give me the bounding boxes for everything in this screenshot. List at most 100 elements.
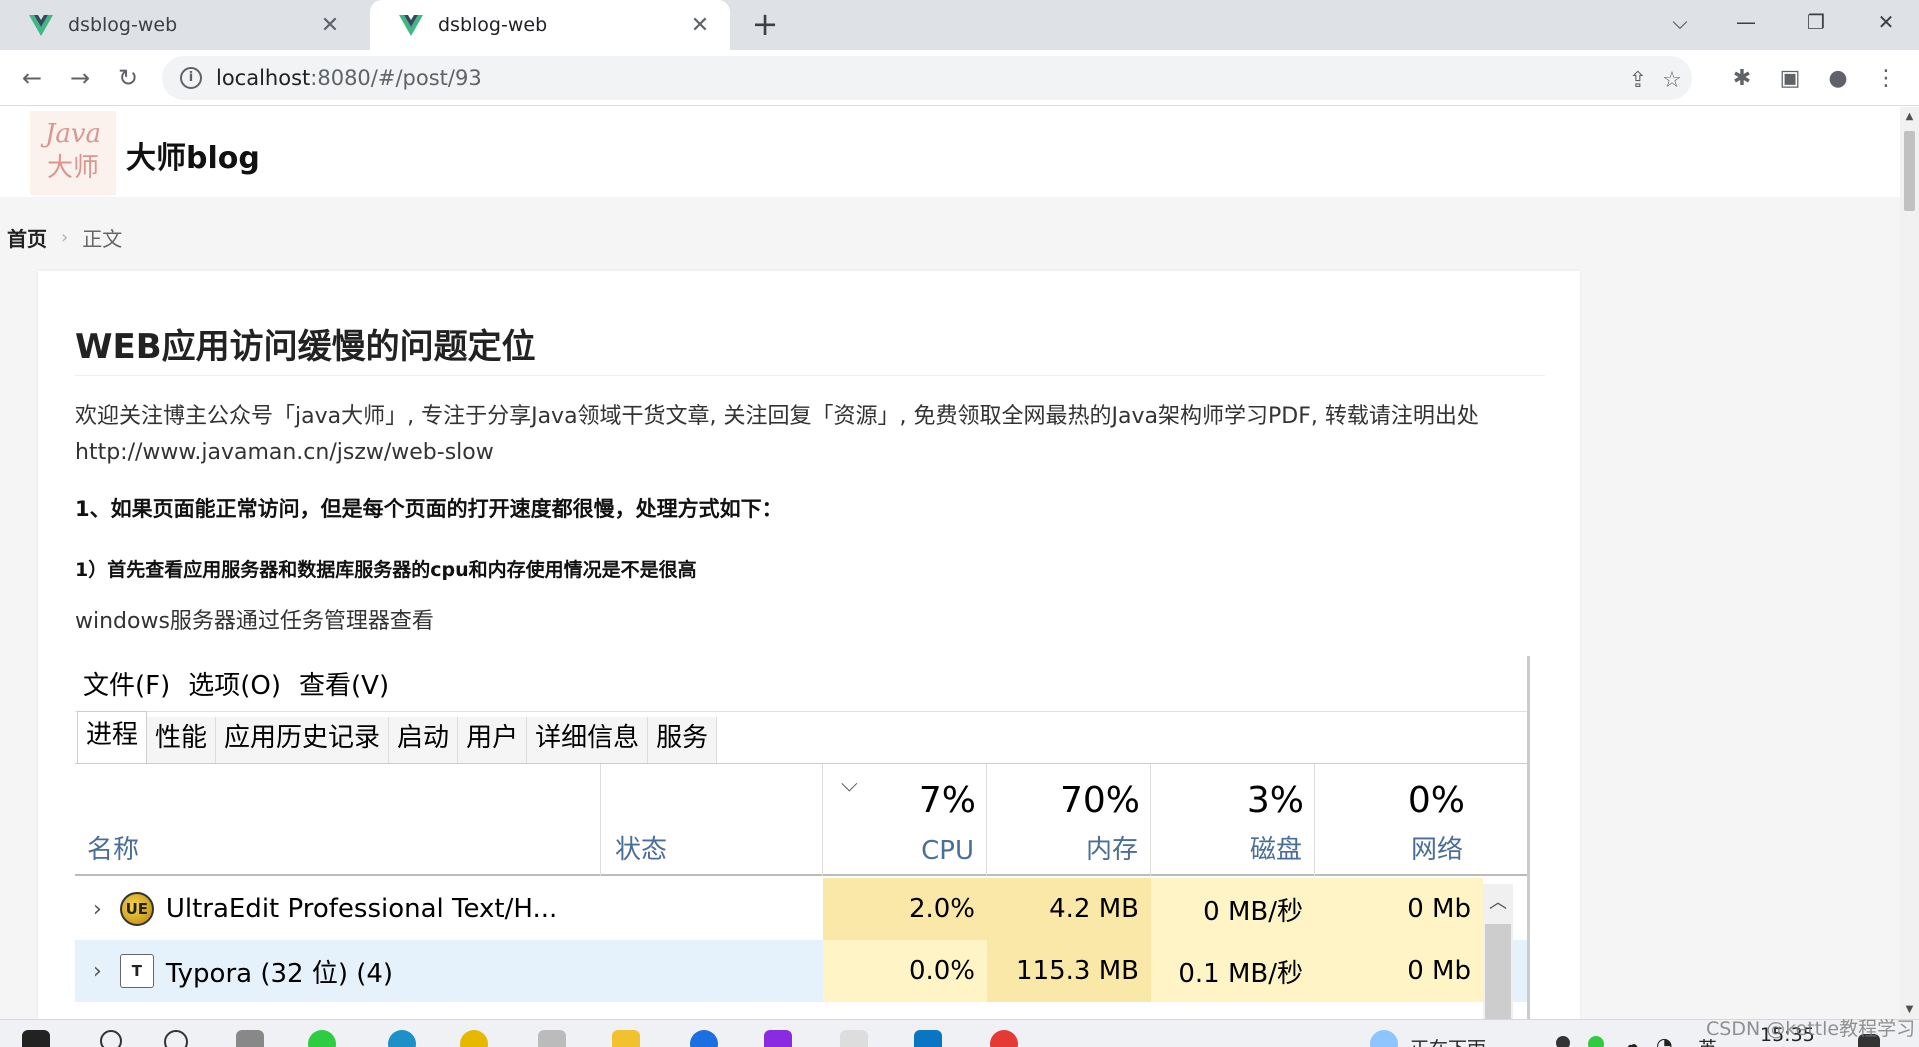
breadcrumb-home-link[interactable]: 首页 xyxy=(7,223,47,252)
browser-toolbar: ← → ↻ i localhost:8080/#/post/93 ⇪ ☆ ✱ ▣… xyxy=(0,50,1919,106)
article-title: WEB应用访问缓慢的问题定位 xyxy=(75,327,536,367)
tm-tab-details: 详细信息 xyxy=(527,717,649,763)
cloud-icon[interactable]: ☁ xyxy=(1622,1034,1641,1047)
watermark: CSDN @kettle教程学习 xyxy=(1706,1018,1916,1040)
restore-icon[interactable]: ❐ xyxy=(1786,0,1846,44)
scroll-up-arrow-icon[interactable]: ▲ xyxy=(1900,111,1919,122)
tab-search-icon[interactable]: ⌵ xyxy=(1650,0,1710,44)
page-viewport: Java 大师 大师blog 首页 › 正文 WEB应用访问缓慢的问题定位 欢迎… xyxy=(0,107,1900,1019)
process-name: Typora (32 位) (4) xyxy=(165,958,394,989)
wifi-icon[interactable]: ◔ xyxy=(1656,1034,1673,1047)
vue-logo-icon xyxy=(29,15,53,36)
tm-menu-file: 文件(F) xyxy=(83,671,171,701)
url-text: localhost:8080/#/post/93 xyxy=(216,66,482,90)
process-cpu: 2.0% xyxy=(823,878,987,940)
process-disk: 0.1 MB/秒 xyxy=(1151,940,1315,1002)
process-cpu: 0.0% xyxy=(823,940,987,1002)
site-name[interactable]: 大师blog xyxy=(126,133,260,177)
monitor-icon[interactable] xyxy=(538,1030,566,1047)
windows-start-icon[interactable] xyxy=(22,1030,50,1047)
chevron-right-icon: › xyxy=(61,227,69,248)
ultraedit-app-icon: UE xyxy=(119,892,154,926)
page-scrollbar[interactable]: ▲ ▼ xyxy=(1900,107,1919,1019)
process-network: 0 Mb xyxy=(1315,878,1483,940)
typora-app-icon: T xyxy=(119,954,154,988)
tm-tab-users: 用户 xyxy=(458,717,528,763)
tm-col-disk: 3% 磁盘 xyxy=(1151,764,1315,876)
tm-scrollbar: ︿ xyxy=(1483,884,1513,1019)
title-divider xyxy=(75,375,1545,376)
tm-tab-services: 服务 xyxy=(648,717,718,763)
scrollbar-thumb[interactable] xyxy=(1904,131,1915,211)
site-header: Java 大师 大师blog xyxy=(0,107,1900,197)
menu-kebab-icon[interactable]: ⋮ xyxy=(1868,60,1904,96)
tab-strip: dsblog-web ✕ dsblog-web ✕ + ⌵ — ❐ ✕ xyxy=(0,0,1919,50)
process-memory: 115.3 MB xyxy=(987,940,1151,1002)
process-name: UltraEdit Professional Text/H... xyxy=(165,894,558,924)
search-icon[interactable] xyxy=(164,1030,188,1047)
side-panel-icon[interactable]: ▣ xyxy=(1772,60,1808,96)
webstorm-icon[interactable] xyxy=(914,1030,942,1047)
vue-logo-icon xyxy=(399,15,423,36)
browser-tab-2[interactable]: dsblog-web ✕ xyxy=(370,0,730,50)
windows-taskbar: 正在下雨 ︿ ☁ ◔ 英 15:35 xyxy=(0,1019,1919,1047)
wechat-icon[interactable] xyxy=(308,1030,336,1047)
feishu-icon[interactable] xyxy=(690,1030,718,1047)
close-tab-icon[interactable]: ✕ xyxy=(688,13,712,38)
article-intro: 欢迎关注博主公众号「java大师」, 专注于分享Java领域干货文章, 关注回复… xyxy=(75,404,1479,465)
expand-chevron-icon: › xyxy=(93,896,102,922)
task-manager-screenshot: 文件(F) 选项(O) 查看(V) 进程 性能 应用历史记录 启动 用户 详细信… xyxy=(75,656,1530,1019)
tm-col-name: 名称 xyxy=(75,764,601,876)
profile-avatar-icon[interactable]: ● xyxy=(1820,60,1856,96)
reload-icon[interactable]: ↻ xyxy=(110,60,146,96)
minimize-icon[interactable]: — xyxy=(1716,0,1776,44)
wechat-tray-icon[interactable] xyxy=(1588,1036,1604,1047)
typora-icon[interactable] xyxy=(840,1030,868,1047)
article-card: WEB应用访问缓慢的问题定位 欢迎关注博主公众号「java大师」, 专注于分享J… xyxy=(38,271,1580,1019)
tm-menu-view: 查看(V) xyxy=(299,671,390,701)
tm-col-cpu: ⌵ 7% CPU xyxy=(823,764,987,876)
tm-col-status: 状态 xyxy=(601,764,823,876)
forward-icon[interactable]: → xyxy=(62,60,98,96)
close-tab-icon[interactable]: ✕ xyxy=(318,13,342,38)
scroll-up-icon: ︿ xyxy=(1489,892,1507,913)
process-memory: 4.2 MB xyxy=(987,878,1151,940)
process-network: 0 Mb xyxy=(1315,940,1483,1002)
tm-process-row: › UE UltraEdit Professional Text/H... 2.… xyxy=(75,878,1527,940)
folder-icon[interactable] xyxy=(612,1030,640,1047)
intellij-icon[interactable] xyxy=(764,1030,792,1047)
tab-title: dsblog-web xyxy=(68,14,178,36)
task-view-icon[interactable] xyxy=(236,1030,264,1047)
tm-process-row: › T Typora (32 位) (4) 0.0% 115.3 MB 0.1 … xyxy=(75,940,1527,1002)
extensions-icon[interactable]: ✱ xyxy=(1724,60,1760,96)
tm-menu-options: 选项(O) xyxy=(188,671,282,701)
tm-tab-performance: 性能 xyxy=(147,717,217,763)
tray-icon[interactable] xyxy=(1556,1036,1570,1047)
bookmark-star-icon[interactable]: ☆ xyxy=(1656,64,1688,96)
site-logo[interactable]: Java 大师 xyxy=(30,111,116,195)
tm-column-headers: 名称 状态 ⌵ 7% CPU 70% 内存 3% 磁盘 0% 网络 xyxy=(75,764,1527,876)
section-heading-1: 1、如果页面能正常访问，但是每个页面的打开速度都很慢，处理方式如下： xyxy=(75,497,783,521)
chrome-icon[interactable] xyxy=(990,1030,1018,1047)
tm-menu-bar: 文件(F) 选项(O) 查看(V) xyxy=(75,656,1527,712)
edge-icon[interactable] xyxy=(388,1030,416,1047)
site-info-icon[interactable]: i xyxy=(180,67,202,89)
tm-col-network: 0% 网络 xyxy=(1407,780,1465,865)
tab-title: dsblog-web xyxy=(438,14,548,36)
weather-icon[interactable] xyxy=(1370,1030,1398,1047)
back-icon[interactable]: ← xyxy=(14,60,50,96)
browser-tab-1[interactable]: dsblog-web ✕ xyxy=(0,0,360,50)
tm-tab-startup: 启动 xyxy=(389,717,459,763)
weather-status[interactable]: 正在下雨 xyxy=(1410,1034,1486,1047)
new-tab-button[interactable]: + xyxy=(748,8,782,42)
article-paragraph: windows服务器通过任务管理器查看 xyxy=(75,609,434,634)
address-bar[interactable]: i localhost:8080/#/post/93 ⇪ ☆ xyxy=(162,56,1692,100)
breadcrumb-current: 正文 xyxy=(82,227,123,251)
tm-col-memory: 70% 内存 xyxy=(987,764,1151,876)
breadcrumb: 首页 › 正文 xyxy=(7,223,122,252)
close-window-icon[interactable]: ✕ xyxy=(1856,0,1916,44)
share-icon[interactable]: ⇪ xyxy=(1622,64,1654,96)
chevron-up-icon[interactable]: ︿ xyxy=(1522,1034,1541,1047)
ultraedit-icon[interactable] xyxy=(460,1030,488,1047)
search-icon[interactable] xyxy=(100,1030,122,1047)
